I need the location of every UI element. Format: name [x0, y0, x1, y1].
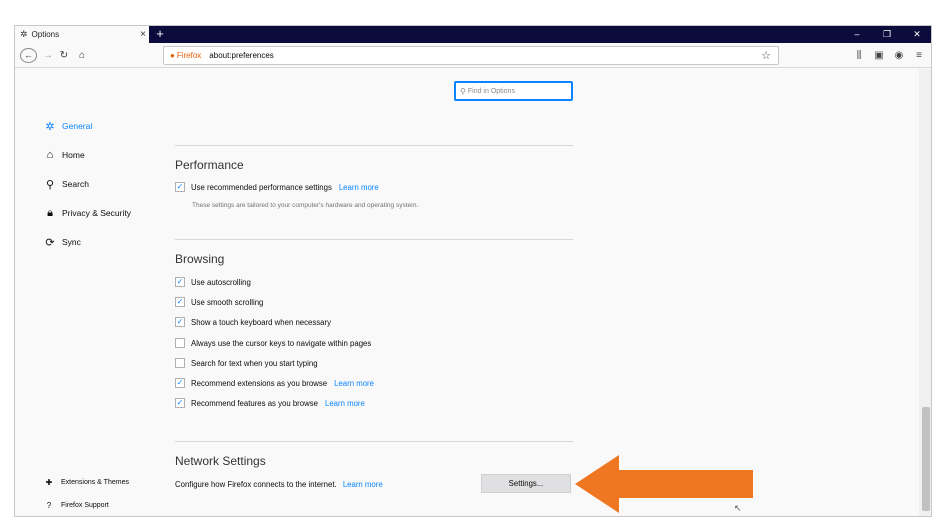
forward-button[interactable]: → [42, 48, 54, 63]
puzzle-icon: ✚ [45, 478, 53, 487]
preferences-page: ⚲ Find in Options ✲ General ⌂ Home ⚲ Sea… [15, 69, 919, 516]
nav-label: Sync [62, 237, 81, 247]
checkbox-label: Use recommended performance settings [191, 182, 332, 192]
url-bar[interactable]: ● Firefox about:preferences ☆ [163, 46, 779, 65]
browsing-option-row: Search for text when you start typing [175, 357, 318, 369]
autoscrolling-checkbox[interactable]: ✓ [175, 277, 185, 287]
browsing-option-row: ✓ Recommend features as you browse Learn… [175, 397, 365, 409]
browsing-option-row: ✓ Show a touch keyboard when necessary [175, 316, 331, 328]
smooth-scrolling-checkbox[interactable]: ✓ [175, 297, 185, 307]
tab-close-icon[interactable]: × [137, 29, 149, 40]
find-placeholder: Find in Options [467, 87, 515, 95]
network-settings-title: Network Settings [175, 454, 266, 468]
new-tab-button[interactable]: + [153, 26, 167, 43]
nav-bar: ← → ↻ ⌂ ● Firefox about:preferences ☆ ⫼ … [15, 43, 931, 68]
find-in-options-input[interactable]: ⚲ Find in Options [454, 81, 573, 101]
gear-icon: ✲ [20, 29, 28, 39]
checkbox-label: Search for text when you start typing [191, 358, 318, 368]
tab-strip: ✲ Options × + – ❐ ✕ [15, 26, 931, 43]
recommended-performance-checkbox[interactable]: ✓ [175, 182, 185, 192]
nav-item-privacy[interactable]: 🔒︎ Privacy & Security [43, 206, 163, 220]
learn-more-link[interactable]: Learn more [325, 399, 365, 408]
mouse-cursor-icon: ↖ [734, 503, 742, 513]
performance-hint: These settings are tailored to your comp… [192, 202, 419, 209]
section-divider [175, 441, 573, 442]
network-description: Configure how Firefox connects to the in… [175, 480, 383, 489]
nav-label: Privacy & Security [62, 208, 131, 218]
recommend-features-checkbox[interactable]: ✓ [175, 398, 185, 408]
browser-window: ✲ Options × + – ❐ ✕ ← → ↻ ⌂ ● Firefox ab… [14, 25, 932, 517]
search-icon: ⚲ [460, 86, 466, 96]
menu-icon[interactable]: ≡ [911, 48, 927, 63]
cursor-keys-checkbox[interactable] [175, 338, 185, 348]
nav-label: General [62, 121, 93, 131]
annotation-arrow [575, 455, 753, 513]
learn-more-link[interactable]: Learn more [339, 183, 379, 192]
checkbox-label: Always use the cursor keys to navigate w… [191, 338, 372, 348]
touch-keyboard-checkbox[interactable]: ✓ [175, 317, 185, 327]
nav-label: Firefox Support [61, 502, 109, 509]
network-settings-button[interactable]: Settings... [481, 474, 571, 493]
browsing-option-row: ✓ Use smooth scrolling [175, 296, 263, 308]
url-text: about:preferences [209, 51, 274, 60]
search-icon: ⚲ [45, 178, 55, 191]
learn-more-link[interactable]: Learn more [343, 480, 383, 489]
help-icon: ? [46, 501, 52, 510]
nav-item-search[interactable]: ⚲ Search [43, 177, 163, 191]
browsing-option-row: ✓ Use autoscrolling [175, 276, 251, 288]
minimize-button[interactable]: – [845, 26, 869, 43]
sidebar-icon[interactable]: ▣ [871, 48, 887, 63]
restore-button[interactable]: ❐ [875, 26, 899, 43]
nav-label: Search [62, 179, 89, 189]
bookmark-star-icon[interactable]: ☆ [761, 49, 771, 62]
browsing-option-row: ✓ Recommend extensions as you browse Lea… [175, 377, 374, 389]
back-button[interactable]: ← [20, 48, 37, 63]
checkbox-label: Use smooth scrolling [191, 297, 264, 307]
nav-label: Home [62, 150, 85, 160]
close-window-button[interactable]: ✕ [905, 26, 929, 43]
tab-options[interactable]: ✲ Options × [15, 26, 149, 43]
home-button[interactable]: ⌂ [76, 48, 88, 63]
checkbox-label: Recommend features as you browse [191, 398, 318, 408]
identity-label: Firefox [176, 51, 202, 60]
browsing-title: Browsing [175, 252, 225, 266]
checkbox-label: Use autoscrolling [191, 277, 251, 287]
reload-button[interactable]: ↻ [58, 48, 70, 63]
sync-icon: ⟳ [45, 236, 55, 249]
nav-item-sync[interactable]: ⟳ Sync [43, 235, 163, 249]
recommend-extensions-checkbox[interactable]: ✓ [175, 378, 185, 388]
checkbox-label: Recommend extensions as you browse [191, 378, 328, 388]
browsing-option-row: Always use the cursor keys to navigate w… [175, 337, 371, 349]
nav-item-general[interactable]: ✲ General [43, 119, 163, 133]
nav-item-home[interactable]: ⌂ Home [43, 148, 163, 162]
performance-title: Performance [175, 158, 244, 172]
learn-more-link[interactable]: Learn more [334, 379, 374, 388]
home-icon: ⌂ [46, 149, 54, 161]
firefox-icon: ● [170, 51, 175, 60]
library-icon[interactable]: ⫼ [851, 48, 867, 63]
lock-icon: 🔒︎ [47, 206, 53, 219]
nav-label: Extensions & Themes [61, 479, 129, 486]
nav-firefox-support[interactable]: ? Firefox Support [43, 501, 173, 510]
scrollbar[interactable] [919, 69, 931, 516]
scrollbar-thumb[interactable] [922, 407, 930, 511]
gear-icon: ✲ [45, 120, 55, 133]
search-when-typing-checkbox[interactable] [175, 358, 185, 368]
recommended-performance-row: ✓ Use recommended performance settings L… [175, 181, 379, 193]
section-divider [175, 239, 573, 240]
category-nav: ✲ General ⌂ Home ⚲ Search 🔒︎ Privacy & S… [43, 119, 163, 264]
section-divider [175, 145, 573, 146]
nav-extensions-themes[interactable]: ✚ Extensions & Themes [43, 478, 173, 487]
tab-title: Options [31, 30, 60, 39]
account-icon[interactable]: ◉ [891, 48, 907, 63]
checkbox-label: Show a touch keyboard when necessary [191, 317, 331, 327]
network-description-text: Configure how Firefox connects to the in… [175, 480, 337, 489]
